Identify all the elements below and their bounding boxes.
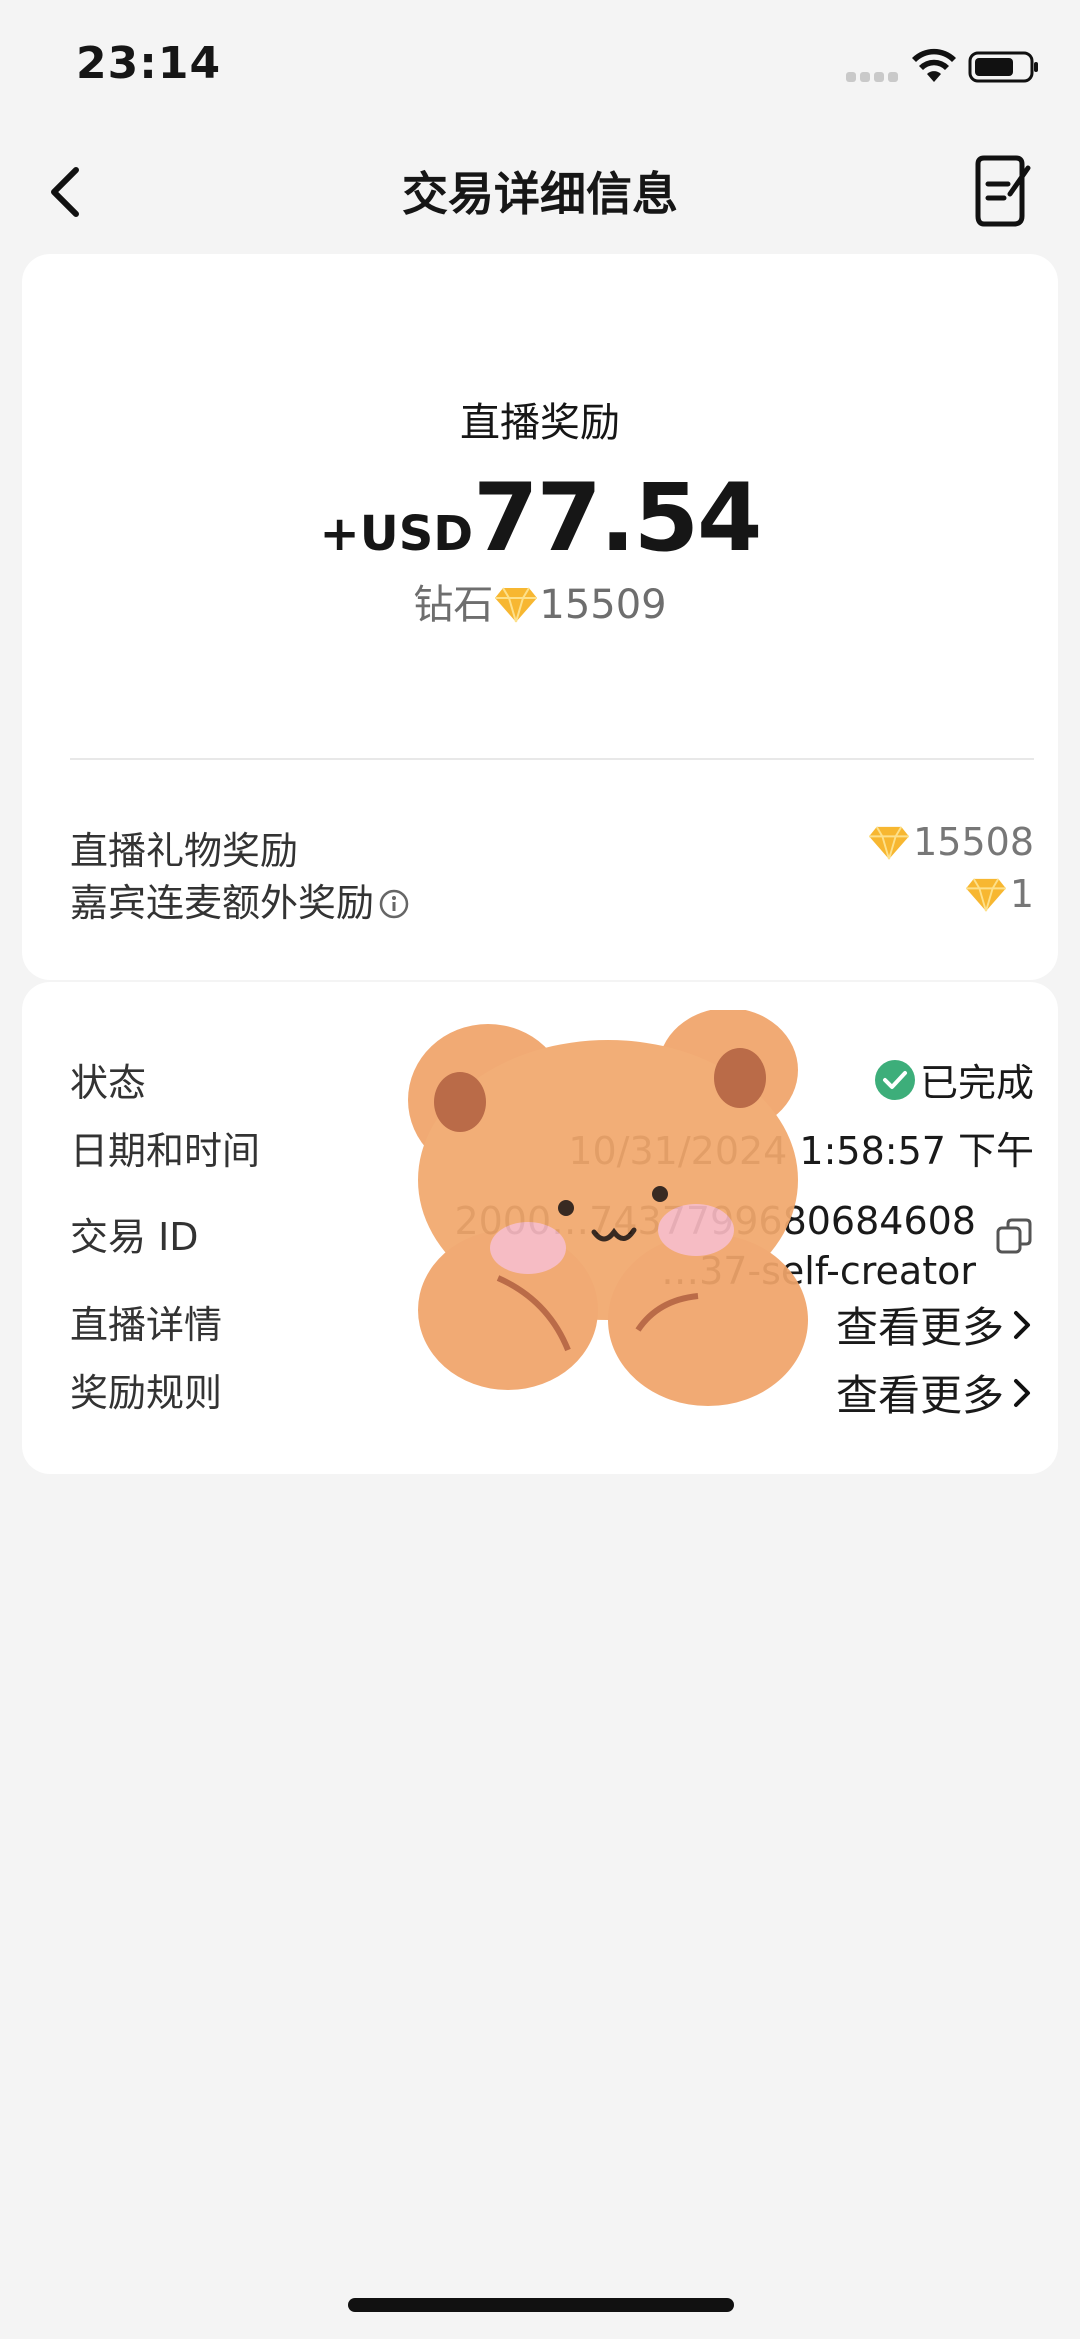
rules-label: 奖励规则 [70,1371,223,1415]
diamond-total: 钻石 15509 [22,572,1058,630]
diamond-label: 钻石 [413,582,494,628]
summary-card: 直播奖励 +USD77.54 钻石 15509 直播礼物奖励 15508 嘉宾连麦… [22,254,1058,980]
txid-label: 交易 ID [70,1215,199,1259]
breakdown-row-gift: 直播礼物奖励 15508 [70,820,1034,873]
diamond-icon [869,826,910,860]
breakdown-label: 直播礼物奖励 [70,829,299,873]
status-label: 状态 [70,1061,147,1105]
breakdown-label: 嘉宾连麦额外奖励 [70,872,410,927]
amount-value: 77.54 [473,464,762,573]
bear-sticker [408,1010,808,1406]
diamond-value: 15509 [539,582,667,628]
amount: +USD77.54 [22,464,1058,573]
transaction-type: 直播奖励 [460,400,620,446]
datetime-label: 日期和时间 [70,1129,261,1173]
live-details-link[interactable]: 查看更多 [836,1294,1034,1355]
diamond-icon [965,878,1006,912]
note-icon[interactable] [970,154,1034,228]
status-badge: 已完成 [874,1052,1034,1107]
divider [70,758,1034,760]
live-details-label: 直播详情 [70,1303,223,1347]
signal-icon [846,72,898,82]
copy-icon[interactable] [994,1216,1034,1256]
breakdown-row-guest: 嘉宾连麦额外奖励 1 [70,872,1034,927]
chevron-right-icon [1014,1378,1030,1407]
wifi-icon [912,48,956,82]
info-icon[interactable] [378,888,410,920]
page-title: 交易详细信息 [402,167,678,221]
breakdown-value: 1 [964,872,1034,916]
status-bar: 23:14 [0,0,1080,130]
battery-icon [968,51,1038,83]
status-time: 23:14 [76,38,222,89]
rules-link[interactable]: 查看更多 [836,1362,1034,1423]
breakdown-value: 15508 [867,820,1034,864]
check-circle-icon [874,1059,915,1100]
chevron-right-icon [1014,1310,1030,1339]
home-indicator[interactable] [348,2298,734,2312]
amount-currency: +USD [319,506,474,562]
diamond-icon [495,587,538,623]
nav-bar: 交易详细信息 [0,130,1080,254]
